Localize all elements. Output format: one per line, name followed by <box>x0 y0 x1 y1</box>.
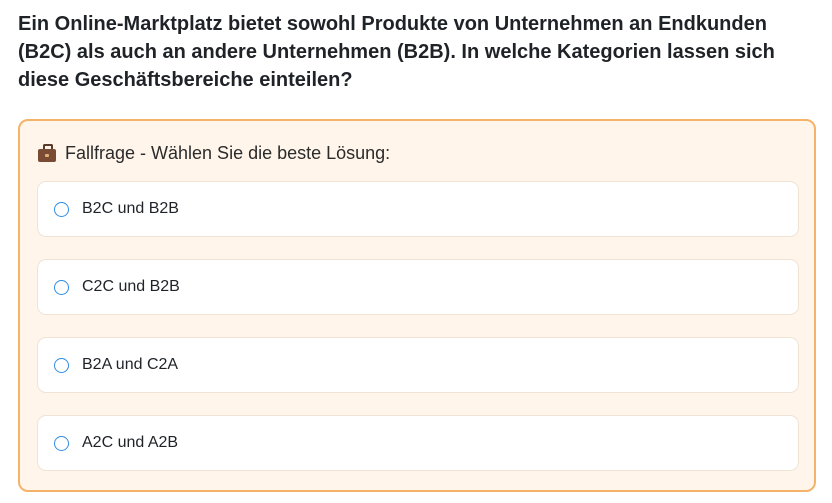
answer-label: C2C und B2B <box>82 278 180 295</box>
briefcase-icon <box>38 143 56 162</box>
case-header: Fallfrage - Wählen Sie die beste Lösung: <box>38 141 390 165</box>
question-text: Ein Online-Marktplatz bietet sowohl Prod… <box>18 13 775 91</box>
answer-label: A2C und A2B <box>82 434 179 451</box>
radio-button[interactable] <box>54 435 69 451</box>
radio-button[interactable] <box>54 201 69 217</box>
case-label: Fallfrage - Wählen Sie die beste Lösung: <box>65 142 391 163</box>
radio-button[interactable] <box>54 279 69 295</box>
radio-button[interactable] <box>54 357 69 373</box>
answer-option-3[interactable]: B2A und C2A <box>37 337 799 393</box>
answer-label: B2C und B2B <box>82 200 179 217</box>
answer-option-2[interactable]: C2C und B2B <box>37 259 799 315</box>
case-question-box: Fallfrage - Wählen Sie die beste Lösung:… <box>18 119 816 492</box>
answer-label: B2A und C2A <box>82 356 179 373</box>
answer-options: B2C und B2B C2C und B2B B2A und C2A A2C … <box>37 181 799 493</box>
answer-option-4[interactable]: A2C und A2B <box>37 415 799 471</box>
quiz-page: Ein Online-Marktplatz bietet sowohl Prod… <box>0 0 832 503</box>
answer-option-1[interactable]: B2C und B2B <box>37 181 799 237</box>
